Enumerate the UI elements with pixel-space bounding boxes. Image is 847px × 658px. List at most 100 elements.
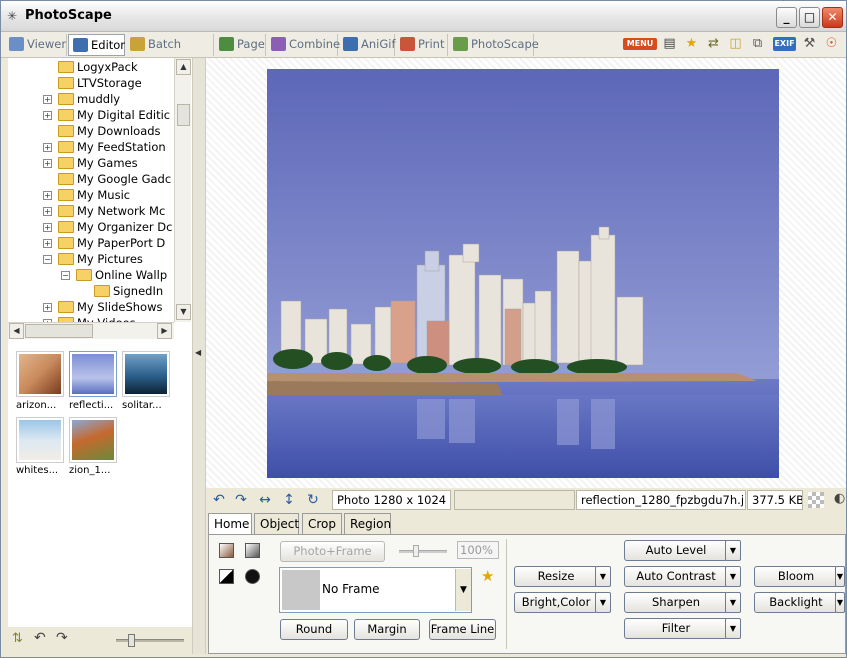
frame-size-slider[interactable]	[399, 545, 447, 557]
fit-height-icon[interactable]: ↕	[280, 491, 298, 509]
frame-dropdown-button[interactable]: ▼	[455, 569, 471, 611]
bright-color-dropdown[interactable]: ▼	[595, 592, 611, 613]
tree-item[interactable]: + My Network Mc	[8, 203, 174, 219]
panel-divider[interactable]: ◀	[192, 58, 206, 654]
tab-batch-editor[interactable]: Batch Editor	[126, 34, 214, 71]
tab-anigif[interactable]: AniGif	[339, 34, 396, 56]
scroll-left-button[interactable]: ◀	[9, 323, 24, 339]
resize-dropdown[interactable]: ▼	[595, 566, 611, 587]
tree-item[interactable]: + My Digital Editic	[8, 107, 174, 123]
back-arrow-icon[interactable]: ↶	[34, 630, 46, 646]
folder-open-icon[interactable]: ◫	[727, 35, 744, 53]
forward-arrow-icon[interactable]: ↷	[56, 630, 68, 646]
transparency-checker-icon[interactable]	[808, 492, 824, 508]
expand-toggle[interactable]: +	[43, 159, 52, 168]
tree-item[interactable]: SignedIn	[8, 283, 174, 299]
tree-item[interactable]: LTVStorage	[8, 75, 174, 91]
invert-icon[interactable]	[245, 569, 260, 584]
contrast-icon[interactable]	[219, 569, 234, 584]
tree-item[interactable]: + My Music	[8, 187, 174, 203]
bloom-dropdown[interactable]: ▼	[835, 566, 845, 587]
thumbnail-whitesands[interactable]	[16, 417, 64, 463]
scroll-right-button[interactable]: ▶	[157, 323, 172, 339]
backlight-button[interactable]: Backlight	[754, 592, 838, 613]
tree-item[interactable]: + My SlideShows	[8, 299, 174, 315]
exif-button[interactable]: EXIF	[773, 37, 796, 51]
scroll-thumb[interactable]	[177, 104, 190, 126]
slider-handle[interactable]	[128, 634, 135, 647]
expand-toggle[interactable]: +	[43, 111, 52, 120]
filter-dropdown[interactable]: ▼	[725, 618, 741, 639]
frame-color-icon[interactable]	[219, 543, 234, 558]
tab-crop[interactable]: Crop	[302, 513, 342, 535]
menu-button[interactable]: MENU	[623, 38, 657, 50]
undo-icon[interactable]: ↶	[210, 491, 228, 509]
tree-item[interactable]: My Google Gadc	[8, 171, 174, 187]
tab-combine[interactable]: Combine	[267, 34, 340, 56]
tree-item[interactable]: − Online Wallp	[8, 267, 174, 283]
arrows-icon[interactable]: ⇄	[705, 35, 722, 53]
auto-contrast-button[interactable]: Auto Contrast	[624, 566, 728, 587]
photo-frame-button[interactable]: Photo+Frame	[280, 541, 385, 562]
expand-toggle[interactable]: +	[43, 143, 52, 152]
margin-button[interactable]: Margin	[354, 619, 420, 640]
scroll-up-button[interactable]: ▲	[176, 59, 191, 75]
thumbnail-solitary[interactable]	[122, 351, 170, 397]
expand-toggle[interactable]: +	[43, 95, 52, 104]
expand-toggle[interactable]: +	[43, 303, 52, 312]
tools-icon[interactable]: ⚒	[801, 35, 818, 53]
thumbnail-arizona[interactable]	[16, 351, 64, 397]
refresh-icon[interactable]: ⇅	[12, 631, 23, 646]
tab-region[interactable]: Region	[344, 513, 391, 535]
thumbnail-zion[interactable]	[69, 417, 117, 463]
frame-selector[interactable]: No Frame ▼	[279, 567, 472, 613]
tab-home[interactable]: Home	[208, 513, 252, 536]
collapse-arrow-icon[interactable]: ◀	[195, 348, 201, 357]
tree-item[interactable]: + My FeedStation	[8, 139, 174, 155]
tree-horizontal-scrollbar[interactable]: ◀ ▶	[8, 322, 174, 339]
maximize-button[interactable]: □	[799, 7, 820, 28]
info-more-icon[interactable]: ◐	[834, 491, 845, 506]
horizontal-scroll-thumb[interactable]	[25, 324, 93, 338]
favorite-star-icon[interactable]: ★	[481, 567, 494, 585]
slider-handle[interactable]	[413, 545, 419, 557]
expand-toggle[interactable]: +	[43, 239, 52, 248]
expand-toggle[interactable]: +	[43, 207, 52, 216]
tree-item[interactable]: + My Organizer Dc	[8, 219, 174, 235]
tab-page[interactable]: Page	[215, 34, 266, 56]
sharpen-button[interactable]: Sharpen	[624, 592, 728, 613]
bloom-button[interactable]: Bloom	[754, 566, 838, 587]
expand-toggle[interactable]: +	[43, 191, 52, 200]
close-button[interactable]: ✕	[822, 7, 843, 28]
frame-line-button[interactable]: Frame Line	[429, 619, 496, 640]
auto-level-dropdown[interactable]: ▼	[725, 540, 741, 561]
backlight-dropdown[interactable]: ▼	[835, 592, 845, 613]
filter-button[interactable]: Filter	[624, 618, 728, 639]
tree-item[interactable]: − My Pictures	[8, 251, 174, 267]
tab-object[interactable]: Object	[254, 513, 299, 535]
expand-toggle[interactable]: −	[61, 271, 70, 280]
sharpen-dropdown[interactable]: ▼	[725, 592, 741, 613]
thumbnail-size-slider[interactable]	[116, 634, 184, 647]
grayscale-icon[interactable]	[245, 543, 260, 558]
tree-item[interactable]: My Downloads	[8, 123, 174, 139]
scroll-down-button[interactable]: ▼	[176, 304, 191, 320]
copy-icon[interactable]: ⧉	[749, 35, 766, 53]
tree-item[interactable]: + muddly	[8, 91, 174, 107]
auto-contrast-dropdown[interactable]: ▼	[725, 566, 741, 587]
tab-photoscape[interactable]: PhotoScape	[449, 34, 539, 56]
minimize-button[interactable]: _	[776, 7, 797, 28]
tree-item[interactable]: + My PaperPort D	[8, 235, 174, 251]
bright-color-button[interactable]: Bright,Color	[514, 592, 598, 613]
rotate-icon[interactable]: ↻	[304, 491, 322, 509]
auto-level-button[interactable]: Auto Level	[624, 540, 728, 561]
tree-item[interactable]: +My Videos	[8, 315, 174, 322]
folder-tree[interactable]: LogyxPack LTVStorage + muddly + My Digital Ed…	[8, 58, 174, 322]
tree-item[interactable]: + My Games	[8, 155, 174, 171]
redo-icon[interactable]: ↷	[232, 491, 250, 509]
round-button[interactable]: Round	[280, 619, 348, 640]
tree-vertical-scrollbar[interactable]: ▲ ▼	[174, 58, 191, 322]
tab-print[interactable]: Print	[396, 34, 448, 56]
tree-item[interactable]: LogyxPack	[8, 59, 174, 75]
thumbnail-reflection[interactable]	[69, 351, 117, 397]
